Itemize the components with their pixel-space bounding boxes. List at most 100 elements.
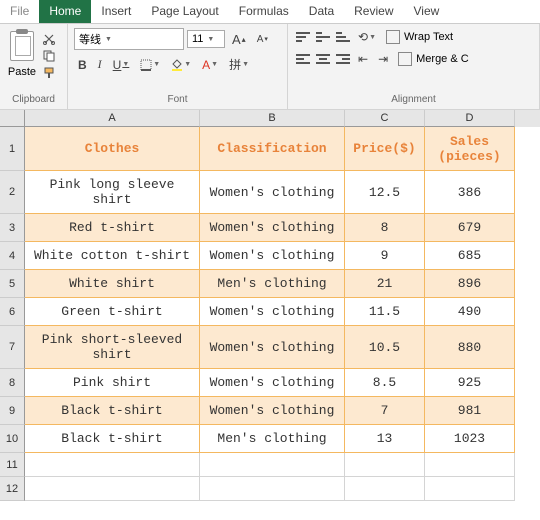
cell[interactable]: Women's clothing xyxy=(200,298,345,326)
tab-page-layout[interactable]: Page Layout xyxy=(141,0,228,23)
fill-color-button[interactable]: ▼ xyxy=(167,57,195,73)
merge-button[interactable]: Merge & C xyxy=(394,50,473,68)
tab-view[interactable]: View xyxy=(404,0,450,23)
cell[interactable]: 10.5 xyxy=(345,326,425,369)
increase-font-icon[interactable]: A▴ xyxy=(228,30,250,49)
cell[interactable]: 12.5 xyxy=(345,171,425,214)
bold-button[interactable]: B xyxy=(74,56,91,74)
cell[interactable]: 8 xyxy=(345,214,425,242)
cell[interactable]: 490 xyxy=(425,298,515,326)
cell[interactable]: Women's clothing xyxy=(200,242,345,270)
tab-data[interactable]: Data xyxy=(299,0,344,23)
tab-insert[interactable]: Insert xyxy=(91,0,141,23)
row-header[interactable]: 1 xyxy=(0,127,25,171)
cell[interactable] xyxy=(200,453,345,477)
font-family-select[interactable]: 等线▼ xyxy=(74,28,184,50)
cell[interactable]: Price($) xyxy=(345,127,425,171)
wrap-text-button[interactable]: Wrap Text xyxy=(382,28,457,46)
row-header[interactable]: 2 xyxy=(0,171,25,214)
cell[interactable]: Women's clothing xyxy=(200,214,345,242)
format-painter-icon[interactable] xyxy=(42,66,56,80)
cell[interactable] xyxy=(345,453,425,477)
cell[interactable]: White cotton t-shirt xyxy=(25,242,200,270)
align-center-icon[interactable] xyxy=(314,51,332,67)
cell[interactable]: 8.5 xyxy=(345,369,425,397)
select-all-corner[interactable] xyxy=(0,110,25,127)
cell[interactable]: Women's clothing xyxy=(200,326,345,369)
cell[interactable] xyxy=(200,477,345,501)
cell[interactable]: Men's clothing xyxy=(200,425,345,453)
cell[interactable]: 685 xyxy=(425,242,515,270)
cell[interactable]: Red t-shirt xyxy=(25,214,200,242)
cell[interactable] xyxy=(425,453,515,477)
row-header[interactable]: 5 xyxy=(0,270,25,298)
cell[interactable]: Classification xyxy=(200,127,345,171)
cell[interactable]: Pink long sleeve shirt xyxy=(25,171,200,214)
row-header[interactable]: 10 xyxy=(0,425,25,453)
cell[interactable]: Clothes xyxy=(25,127,200,171)
italic-button[interactable]: I xyxy=(94,55,106,74)
phonetic-button[interactable]: 拼▼ xyxy=(225,54,253,75)
table-row: 5 White shirt Men's clothing 21 896 xyxy=(0,270,540,298)
cell[interactable]: White shirt xyxy=(25,270,200,298)
row-header[interactable]: 4 xyxy=(0,242,25,270)
align-left-icon[interactable] xyxy=(294,51,312,67)
col-header-b[interactable]: B xyxy=(200,110,345,127)
underline-button[interactable]: U▼ xyxy=(109,56,134,74)
cell[interactable]: 7 xyxy=(345,397,425,425)
paste-button[interactable]: Paste xyxy=(6,28,38,80)
row-header[interactable]: 12 xyxy=(0,477,25,501)
row-header[interactable]: 7 xyxy=(0,326,25,369)
copy-icon[interactable] xyxy=(42,49,56,63)
cell[interactable]: 9 xyxy=(345,242,425,270)
cell[interactable]: 896 xyxy=(425,270,515,298)
cell[interactable]: Women's clothing xyxy=(200,171,345,214)
cell[interactable]: 11.5 xyxy=(345,298,425,326)
cell[interactable] xyxy=(425,477,515,501)
tab-review[interactable]: Review xyxy=(344,0,403,23)
cell[interactable]: 1023 xyxy=(425,425,515,453)
increase-indent-icon[interactable]: ⇥ xyxy=(374,50,392,68)
cell[interactable]: Black t-shirt xyxy=(25,425,200,453)
align-right-icon[interactable] xyxy=(334,51,352,67)
cell[interactable]: Women's clothing xyxy=(200,369,345,397)
cell[interactable]: Pink short-sleeved shirt xyxy=(25,326,200,369)
cell[interactable]: 13 xyxy=(345,425,425,453)
row-header[interactable]: 9 xyxy=(0,397,25,425)
cell[interactable]: 21 xyxy=(345,270,425,298)
cell[interactable]: 925 xyxy=(425,369,515,397)
col-header-d[interactable]: D xyxy=(425,110,515,127)
font-color-button[interactable]: A▼ xyxy=(198,56,222,74)
cell[interactable]: 981 xyxy=(425,397,515,425)
row-header[interactable]: 11 xyxy=(0,453,25,477)
align-top-icon[interactable] xyxy=(294,29,312,45)
font-size-select[interactable]: 11▼ xyxy=(187,30,225,48)
tab-formulas[interactable]: Formulas xyxy=(229,0,299,23)
cell[interactable]: 880 xyxy=(425,326,515,369)
col-header-c[interactable]: C xyxy=(345,110,425,127)
border-button[interactable]: ▼ xyxy=(136,57,164,73)
cell[interactable]: Sales (pieces) xyxy=(425,127,515,171)
cell[interactable] xyxy=(25,453,200,477)
col-header-a[interactable]: A xyxy=(25,110,200,127)
cell[interactable]: 679 xyxy=(425,214,515,242)
decrease-font-icon[interactable]: A▾ xyxy=(253,32,272,47)
tab-file[interactable]: File xyxy=(0,0,39,23)
row-header[interactable]: 8 xyxy=(0,369,25,397)
row-header[interactable]: 3 xyxy=(0,214,25,242)
cell[interactable]: Green t-shirt xyxy=(25,298,200,326)
cell[interactable]: Black t-shirt xyxy=(25,397,200,425)
cell[interactable] xyxy=(25,477,200,501)
decrease-indent-icon[interactable]: ⇤ xyxy=(354,50,372,68)
orientation-icon[interactable]: ⟲▼ xyxy=(354,28,380,46)
cut-icon[interactable] xyxy=(42,32,56,46)
cell[interactable]: Women's clothing xyxy=(200,397,345,425)
cell[interactable]: 386 xyxy=(425,171,515,214)
row-header[interactable]: 6 xyxy=(0,298,25,326)
cell[interactable] xyxy=(345,477,425,501)
align-middle-icon[interactable] xyxy=(314,29,332,45)
tab-home[interactable]: Home xyxy=(39,0,91,23)
align-bottom-icon[interactable] xyxy=(334,29,352,45)
cell[interactable]: Men's clothing xyxy=(200,270,345,298)
cell[interactable]: Pink shirt xyxy=(25,369,200,397)
